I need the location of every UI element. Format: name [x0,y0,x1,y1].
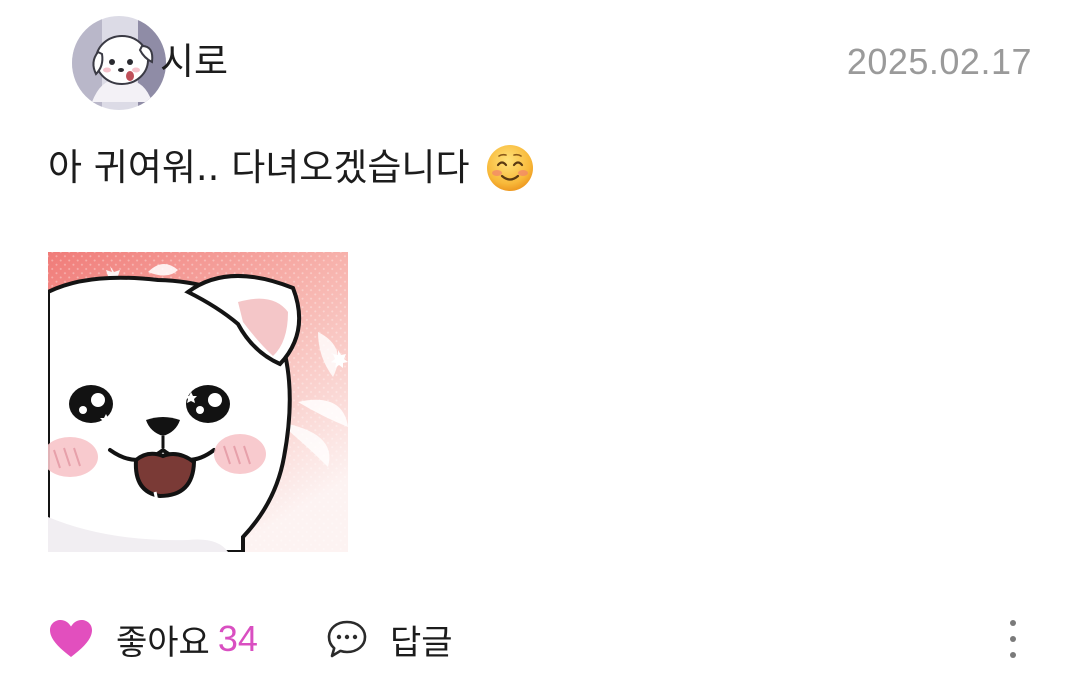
reply-button[interactable]: 답글 [326,612,453,666]
puppy-sticker-image [48,252,348,552]
post-action-bar: 좋아요 34 답글 [48,612,1028,666]
more-options-button[interactable] [998,616,1028,662]
post-image[interactable] [48,252,348,552]
heart-icon [48,619,94,659]
speech-bubble-icon [326,619,368,659]
puppy-avatar-image [72,16,166,110]
like-label: 좋아요 [116,622,210,663]
like-count: 34 [217,618,258,659]
post-date: 2025.02.17 [846,41,1032,82]
more-vertical-icon [1010,620,1016,658]
author-avatar[interactable] [72,16,166,110]
post-text: 아 귀여워.. 다녀오겠습니다 [48,146,470,189]
post-body: 아 귀여워.. 다녀오겠습니다 [48,140,535,196]
smiling-face-emoji-icon [485,143,535,193]
author-name[interactable]: 시로 [160,40,228,84]
reply-label: 답글 [390,622,453,663]
like-button[interactable]: 좋아요 34 [48,612,258,666]
post-header: 시로 2025.02.17 [72,16,1032,112]
